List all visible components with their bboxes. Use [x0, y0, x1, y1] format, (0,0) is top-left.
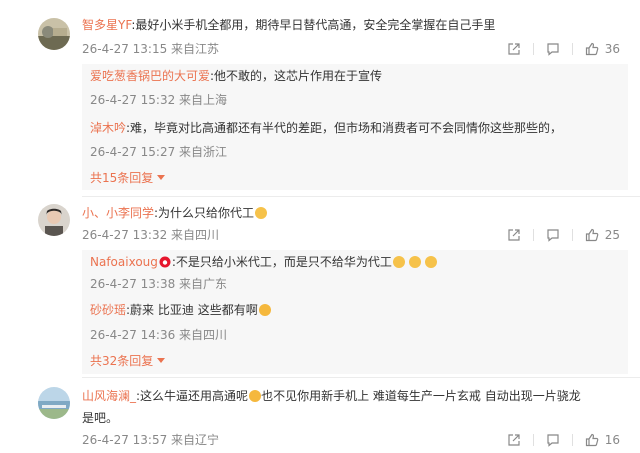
reply-time: 26-4-27 14:36 来自四川 — [90, 328, 228, 342]
share-icon — [508, 229, 520, 241]
action-divider — [532, 43, 534, 55]
emoji-icon — [408, 256, 421, 268]
reply-time: 26-4-27 15:32 来自上海 — [90, 93, 228, 107]
reply-text: 砂砂瑶:蔚来 比亚迪 这些都有啊 — [90, 301, 271, 319]
comment-username[interactable]: 小、小李同学 — [82, 206, 154, 220]
comment-actions: 16 — [507, 433, 620, 447]
avatar[interactable] — [38, 18, 70, 50]
caret-down-icon — [157, 175, 166, 180]
share-button[interactable] — [507, 42, 521, 56]
reply-button[interactable] — [546, 433, 560, 447]
comment-body: 也不见你用新手机上 难道每生产一片玄戒 自动出现一片骁龙 — [261, 389, 581, 403]
reply-time: 26-4-27 15:27 来自浙江 — [90, 145, 228, 159]
reply-body: :不是只给小米代工，而是只不给华为代工 — [171, 255, 392, 269]
like-count: 25 — [604, 228, 620, 242]
comment-item: 小、小李同学:为什么只给你代工 26-4-27 13:32 来自四川 25 Na… — [0, 196, 640, 376]
like-count: 16 — [604, 433, 620, 447]
comment-username[interactable]: 山风海澜_ — [82, 389, 136, 403]
more-replies-label: 共32条回复 — [90, 354, 154, 368]
comment-item: 山风海澜_:这么牛逼还用高通呢 也不见你用新手机上 难道每生产一片玄戒 自动出现一… — [0, 377, 640, 453]
reply-username[interactable]: 爱吃葱香锅巴的大可爱 — [90, 69, 210, 83]
action-divider — [532, 229, 534, 241]
comment-item: 智多星YF:最好小米手机全都用，期待早日替代高通，安全完全掌握在自己手里 26-… — [0, 0, 640, 196]
reply-text: 爱吃葱香锅巴的大可爱:他不敢的，这芯片作用在于宣传 — [90, 67, 382, 85]
reply-username[interactable]: Nafoaixoug — [90, 255, 158, 269]
avatar[interactable] — [38, 204, 70, 236]
like-button[interactable]: 25 — [585, 228, 620, 242]
emoji-icon — [392, 256, 405, 268]
comment-time: 26-4-27 13:57 来自辽宁 — [82, 433, 220, 447]
more-replies-label: 共15条回复 — [90, 171, 154, 185]
share-button[interactable] — [507, 228, 521, 242]
avatar[interactable] — [38, 387, 70, 419]
reply-text: 淖木吟:难，毕竟对比高通都还有半代的差距，但市场和消费者可不会同情你这些那些的， — [90, 119, 562, 137]
reply-body: :他不敢的，这芯片作用在于宣传 — [210, 69, 383, 83]
reply-body: :难，毕竟对比高通都还有半代的差距，但市场和消费者可不会同情你这些那些的， — [126, 121, 563, 135]
comment-time: 26-4-27 13:15 来自江苏 — [82, 42, 220, 56]
comment-actions: 25 — [507, 228, 620, 242]
like-icon — [585, 433, 599, 447]
more-replies-link[interactable]: 共32条回复 — [90, 352, 166, 369]
like-icon — [585, 42, 599, 56]
comment-text-continued: 是吧。 — [82, 411, 119, 425]
comment-icon — [547, 434, 559, 447]
comment-text: 智多星YF:最好小米手机全都用，期待早日替代高通，安全完全掌握在自己手里 — [82, 16, 495, 34]
comment-body: :最好小米手机全都用，期待早日替代高通，安全完全掌握在自己手里 — [131, 18, 496, 32]
reply-body: :蔚来 比亚迪 这些都有啊 — [126, 303, 258, 317]
comment-body: :为什么只给你代工 — [154, 206, 255, 220]
comment-actions: 36 — [507, 42, 620, 56]
comment-body: :这么牛逼还用高通呢 — [136, 389, 249, 403]
comment-time: 26-4-27 13:32 来自四川 — [82, 228, 220, 242]
reply-text: Nafoaixoug :不是只给小米代工，而是只不给华为代工 — [90, 253, 437, 271]
reply-button[interactable] — [546, 42, 560, 56]
reply-box: Nafoaixoug :不是只给小米代工，而是只不给华为代工 26-4-27 13… — [82, 250, 628, 374]
action-divider — [532, 434, 534, 446]
emoji-icon — [258, 304, 271, 316]
emoji-icon — [424, 256, 437, 268]
comment-icon — [547, 229, 559, 242]
more-replies-link[interactable]: 共15条回复 — [90, 169, 166, 186]
reply-button[interactable] — [546, 228, 560, 242]
action-divider — [571, 43, 573, 55]
share-button[interactable] — [507, 433, 521, 447]
reply-username[interactable]: 淖木吟 — [90, 121, 126, 135]
weibo-badge-icon — [159, 256, 171, 268]
emoji-icon — [249, 390, 262, 402]
comment-icon — [547, 43, 559, 56]
action-divider — [571, 229, 573, 241]
like-button[interactable]: 36 — [585, 42, 620, 56]
like-button[interactable]: 16 — [585, 433, 620, 447]
reply-time: 26-4-27 13:38 来自广东 — [90, 277, 228, 291]
caret-down-icon — [157, 358, 166, 363]
comment-username[interactable]: 智多星YF — [82, 18, 131, 32]
emoji-icon — [255, 207, 268, 219]
reply-box: 爱吃葱香锅巴的大可爱:他不敢的，这芯片作用在于宣传 26-4-27 15:32 … — [82, 64, 628, 190]
action-divider — [571, 434, 573, 446]
comment-text: 小、小李同学:为什么只给你代工 — [82, 204, 268, 222]
share-icon — [508, 434, 520, 446]
reply-username[interactable]: 砂砂瑶 — [90, 303, 126, 317]
share-icon — [508, 43, 520, 55]
like-icon — [585, 228, 599, 242]
comment-text: 山风海澜_:这么牛逼还用高通呢 也不见你用新手机上 难道每生产一片玄戒 自动出现一… — [82, 387, 581, 405]
like-count: 36 — [604, 42, 620, 56]
